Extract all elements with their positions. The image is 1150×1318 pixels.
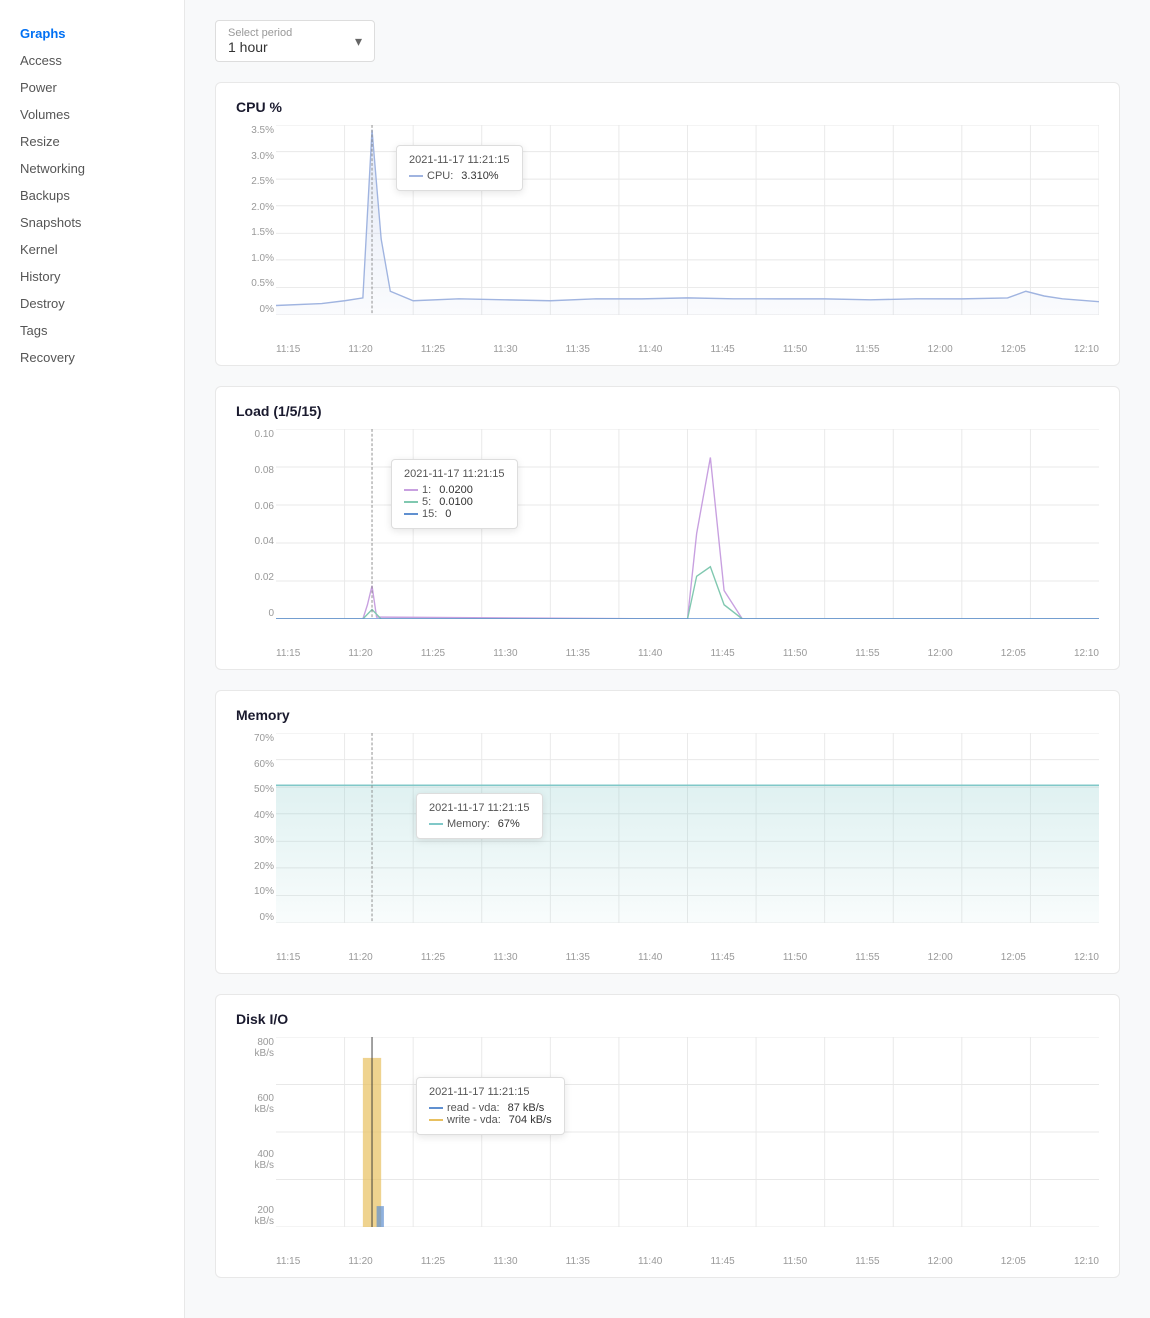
sidebar-item-power[interactable]: Power: [0, 74, 184, 101]
disk-chart-svg: [276, 1037, 1099, 1227]
period-select-value: 1 hour: [228, 39, 355, 55]
load-y-axis: 0.10 0.08 0.06 0.04 0.02 0: [236, 429, 274, 619]
sidebar-item-volumes[interactable]: Volumes: [0, 101, 184, 128]
sidebar-item-snapshots[interactable]: Snapshots: [0, 209, 184, 236]
memory-chart-title: Memory: [236, 707, 1099, 723]
disk-y-axis: 800 kB/s 600 kB/s 400 kB/s 200 kB/s: [236, 1037, 274, 1227]
main-content: Select period 1 hour ▾ CPU %: [185, 0, 1150, 1318]
disk-chart-title: Disk I/O: [236, 1011, 1099, 1027]
chevron-down-icon: ▾: [355, 33, 362, 50]
sidebar-item-backups[interactable]: Backups: [0, 182, 184, 209]
sidebar-item-history[interactable]: History: [0, 263, 184, 290]
sidebar-item-access[interactable]: Access: [0, 47, 184, 74]
cpu-chart-title: CPU %: [236, 99, 1099, 115]
sidebar-item-recovery[interactable]: Recovery: [0, 344, 184, 371]
app-layout: Graphs Access Power Volumes Resize Netwo…: [0, 0, 1150, 1318]
sidebar-item-resize[interactable]: Resize: [0, 128, 184, 155]
sidebar-item-networking[interactable]: Networking: [0, 155, 184, 182]
load-chart-svg: [276, 429, 1099, 619]
load-chart-card: Load (1/5/15): [215, 386, 1120, 670]
load-x-axis: 11:15 11:20 11:25 11:30 11:35 11:40 11:4…: [276, 648, 1099, 659]
sidebar-item-destroy[interactable]: Destroy: [0, 290, 184, 317]
cpu-chart-svg: [276, 125, 1099, 315]
sidebar-item-tags[interactable]: Tags: [0, 317, 184, 344]
sidebar-item-graphs[interactable]: Graphs: [0, 20, 184, 47]
sidebar: Graphs Access Power Volumes Resize Netwo…: [0, 0, 185, 1318]
disk-chart-area: 800 kB/s 600 kB/s 400 kB/s 200 kB/s 11:1…: [236, 1037, 1099, 1267]
load-chart-title: Load (1/5/15): [236, 403, 1099, 419]
load-chart-area: 0.10 0.08 0.06 0.04 0.02 0 11:15 11:20 1…: [236, 429, 1099, 659]
memory-x-axis: 11:15 11:20 11:25 11:30 11:35 11:40 11:4…: [276, 952, 1099, 963]
disk-x-axis: 11:15 11:20 11:25 11:30 11:35 11:40 11:4…: [276, 1256, 1099, 1267]
cpu-x-axis: 11:15 11:20 11:25 11:30 11:35 11:40 11:4…: [276, 344, 1099, 355]
disk-chart-card: Disk I/O: [215, 994, 1120, 1278]
cpu-chart-area: 3.5% 3.0% 2.5% 2.0% 1.5% 1.0% 0.5% 0% 11…: [236, 125, 1099, 355]
memory-chart-card: Memory: [215, 690, 1120, 974]
memory-chart-area: 70% 60% 50% 40% 30% 20% 10% 0% 11:15 11:…: [236, 733, 1099, 963]
period-select-label: Select period: [228, 27, 355, 39]
cpu-y-axis: 3.5% 3.0% 2.5% 2.0% 1.5% 1.0% 0.5% 0%: [236, 125, 274, 315]
cpu-chart-card: CPU %: [215, 82, 1120, 366]
period-select[interactable]: Select period 1 hour ▾: [215, 20, 375, 62]
memory-chart-svg: [276, 733, 1099, 923]
memory-y-axis: 70% 60% 50% 40% 30% 20% 10% 0%: [236, 733, 274, 923]
sidebar-item-kernel[interactable]: Kernel: [0, 236, 184, 263]
